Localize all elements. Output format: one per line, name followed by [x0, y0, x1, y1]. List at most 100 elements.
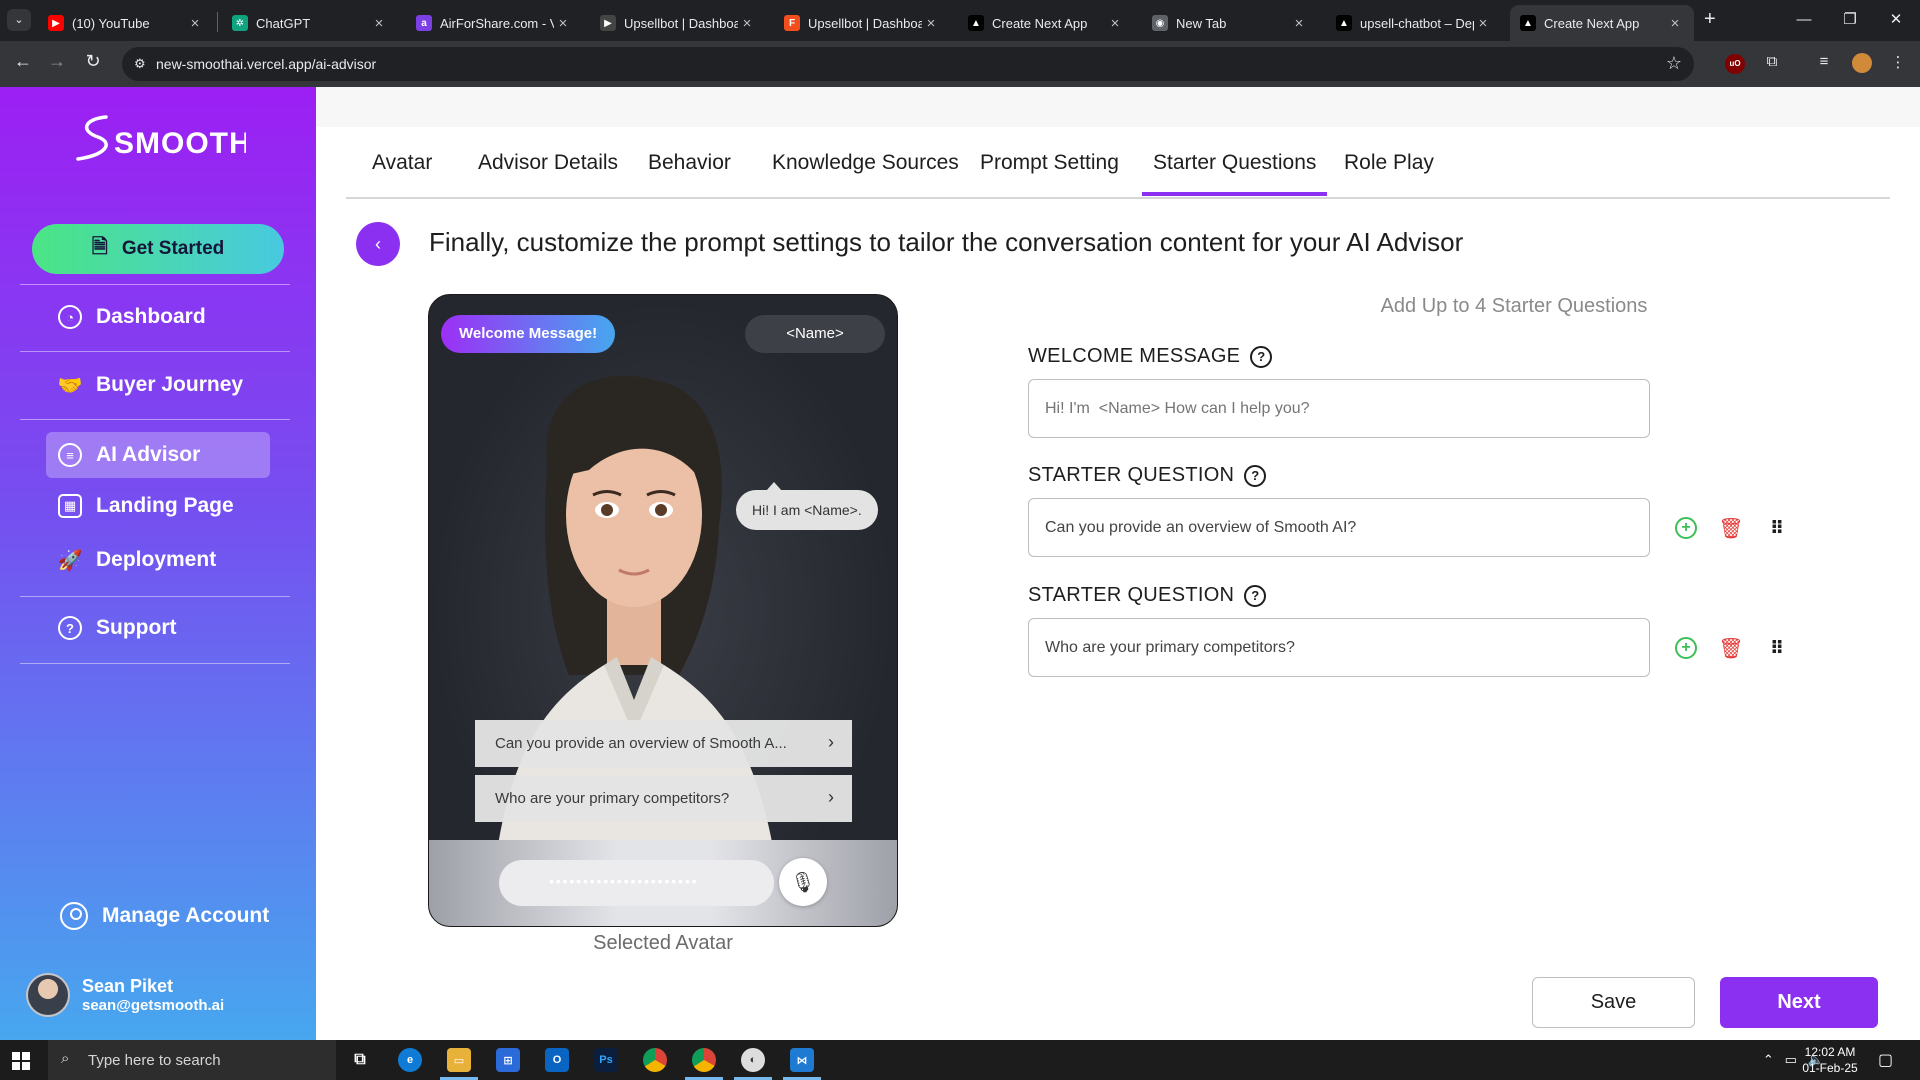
save-button[interactable]: Save	[1532, 977, 1695, 1028]
tab-search-dropdown-icon[interactable]: ⌄	[7, 9, 31, 31]
close-tab-icon[interactable]: ×	[1290, 15, 1308, 32]
browser-tab-upsellbot-1[interactable]: ▶ Upsellbot | Dashboar ×	[590, 5, 766, 41]
photoshop-icon[interactable]: Ps	[594, 1048, 618, 1072]
sidebar-item-deployment[interactable]: 🚀 Deployment	[46, 537, 270, 583]
preview-question-chip[interactable]: Can you provide an overview of Smooth A.…	[475, 720, 852, 767]
sidebar-item-landing-page[interactable]: ▦ Landing Page	[46, 483, 270, 529]
sidebar-item-ai-advisor[interactable]: ≡ AI Advisor	[46, 432, 270, 478]
trash-icon[interactable]: 🗑	[1718, 515, 1744, 541]
kebab-menu-icon[interactable]: ⋮	[1888, 53, 1908, 73]
next-button[interactable]: Next	[1720, 977, 1878, 1028]
url-text[interactable]: new-smoothai.vercel.app/ai-advisor	[156, 56, 376, 72]
browser-tab-airforshare[interactable]: a AirForShare.com - Vir ×	[406, 5, 582, 41]
close-tab-icon[interactable]: ×	[186, 15, 204, 32]
manage-account-link[interactable]: Manage Account	[60, 902, 269, 930]
edge-icon[interactable]: e	[398, 1048, 422, 1072]
waveform-icon: • • • • • • • • • • • • • • • • • • • • …	[549, 873, 697, 889]
site-info-icon[interactable]: ⚙	[134, 56, 150, 72]
close-tab-icon[interactable]: ×	[370, 15, 388, 32]
browser-tab-chatgpt[interactable]: ✲ ChatGPT ×	[222, 5, 398, 41]
sidebar-divider	[20, 663, 290, 664]
network-icon[interactable]: ▭	[1785, 1052, 1797, 1067]
sidebar-item-label: Support	[96, 616, 177, 639]
user-name: Sean Piket	[82, 976, 174, 996]
help-icon[interactable]: ?	[1244, 584, 1267, 607]
bookmark-star-icon[interactable]: ☆	[1666, 53, 1682, 74]
back-arrow-icon[interactable]: ←	[10, 51, 36, 72]
get-started-label: Get Started	[121, 238, 225, 259]
tab-advisor-details[interactable]: Advisor Details	[478, 151, 618, 175]
taskbar-search[interactable]: ⌕ Type here to search	[48, 1040, 336, 1080]
chrome-icon[interactable]	[643, 1048, 667, 1072]
sidebar-item-dashboard[interactable]: ◔ Dashboard	[46, 294, 270, 340]
preview-question-chip[interactable]: Who are your primary competitors? ›	[475, 775, 852, 822]
close-tab-icon[interactable]: ×	[1474, 15, 1492, 32]
layout-icon: ▦	[58, 494, 82, 518]
add-question-button[interactable]: +	[1673, 635, 1699, 661]
drag-handle-icon[interactable]: ⠿	[1764, 515, 1790, 541]
welcome-message-input[interactable]	[1028, 379, 1650, 438]
sidebar-item-support[interactable]: ? Support	[46, 605, 270, 651]
microphone-icon: 🎙	[790, 871, 816, 894]
starter-question-input-1[interactable]	[1028, 498, 1650, 557]
file-icon: 🗎	[91, 236, 108, 258]
browser-tab-new-tab[interactable]: ◉ New Tab ×	[1142, 5, 1318, 41]
notification-icon[interactable]: ▢	[1878, 1050, 1893, 1070]
back-button[interactable]: ‹	[356, 222, 400, 266]
browser-tab-create-next-app[interactable]: ▲ Create Next App ×	[958, 5, 1134, 41]
ublock-icon[interactable]: uO	[1725, 54, 1745, 74]
microsoft-store-icon[interactable]: ⊞	[496, 1048, 520, 1072]
system-clock[interactable]: 12:02 AM 01-Feb-25	[1800, 1044, 1860, 1076]
add-question-button[interactable]: +	[1673, 515, 1699, 541]
starter-question-input-2[interactable]	[1028, 618, 1650, 677]
chrome-user-icon[interactable]: ◐	[741, 1048, 765, 1072]
drag-handle-icon[interactable]: ⠿	[1764, 635, 1790, 661]
browser-tab-active[interactable]: ▲ Create Next App ×	[1510, 5, 1694, 41]
vscode-icon[interactable]: ⋈	[790, 1048, 814, 1072]
close-tab-icon[interactable]: ×	[1666, 15, 1684, 32]
browser-tab-upsell-chatbot[interactable]: ▲ upsell-chatbot – Dep ×	[1326, 5, 1502, 41]
close-tab-icon[interactable]: ×	[922, 15, 940, 32]
tab-starter-questions[interactable]: Starter Questions	[1141, 151, 1328, 196]
outlook-icon[interactable]: O	[545, 1048, 569, 1072]
tab-knowledge-sources[interactable]: Knowledge Sources	[772, 151, 959, 175]
help-icon[interactable]: ?	[1244, 464, 1267, 487]
chevron-left-icon: ‹	[375, 233, 381, 254]
tab-avatar[interactable]: Avatar	[372, 151, 432, 175]
minimize-icon[interactable]: —	[1782, 6, 1826, 34]
tab-role-play[interactable]: Role Play	[1344, 151, 1434, 175]
windows-start-icon[interactable]	[12, 1052, 30, 1070]
welcome-message-pill: Welcome Message!	[441, 315, 616, 353]
restore-icon[interactable]: ❐	[1828, 6, 1872, 34]
file-explorer-icon[interactable]: ▭	[447, 1048, 471, 1072]
microphone-button[interactable]: 🎙	[779, 858, 827, 906]
page-title: Finally, customize the prompt settings t…	[429, 227, 1464, 257]
new-tab-icon[interactable]: +	[1704, 8, 1716, 31]
trash-icon[interactable]: 🗑	[1718, 635, 1744, 661]
sidebar-item-label: Buyer Journey	[96, 373, 244, 396]
close-tab-icon[interactable]: ×	[738, 15, 756, 32]
browser-tab-upsellbot-2[interactable]: F Upsellbot | Dashboar ×	[774, 5, 950, 41]
chevron-up-icon[interactable]: ⌃	[1763, 1052, 1774, 1067]
chrome-profile-icon[interactable]	[692, 1048, 716, 1072]
sidebar-item-buyer-journey[interactable]: 🤝 Buyer Journey	[46, 362, 270, 408]
close-window-icon[interactable]: ✕	[1874, 6, 1918, 34]
sidebar-item-label: AI Advisor	[96, 443, 201, 466]
tab-behavior[interactable]: Behavior	[648, 151, 731, 175]
plus-circle-icon: +	[1675, 637, 1697, 659]
get-started-button[interactable]: 🗎 Get Started	[32, 224, 284, 274]
close-tab-icon[interactable]: ×	[554, 15, 572, 32]
help-icon[interactable]: ?	[1250, 345, 1273, 368]
voice-input-bar[interactable]: • • • • • • • • • • • • • • • • • • • • …	[499, 860, 774, 906]
forward-arrow-icon[interactable]: →	[44, 51, 70, 72]
close-tab-icon[interactable]: ×	[1106, 15, 1124, 32]
profile-avatar-icon[interactable]	[1852, 53, 1872, 73]
media-control-icon[interactable]: ≡	[1814, 53, 1834, 73]
address-bar[interactable]: ⚙ new-smoothai.vercel.app/ai-advisor ☆	[122, 47, 1694, 81]
user-card[interactable]: Sean Piket sean@getsmooth.ai	[26, 973, 224, 1017]
reload-icon[interactable]: ↻	[80, 51, 106, 72]
task-view-icon[interactable]: ⧉	[348, 1048, 372, 1072]
extensions-icon[interactable]: ⧉	[1762, 53, 1782, 73]
browser-tab-youtube[interactable]: ▶ (10) YouTube ×	[38, 5, 214, 41]
tab-prompt-setting[interactable]: Prompt Setting	[980, 151, 1119, 175]
